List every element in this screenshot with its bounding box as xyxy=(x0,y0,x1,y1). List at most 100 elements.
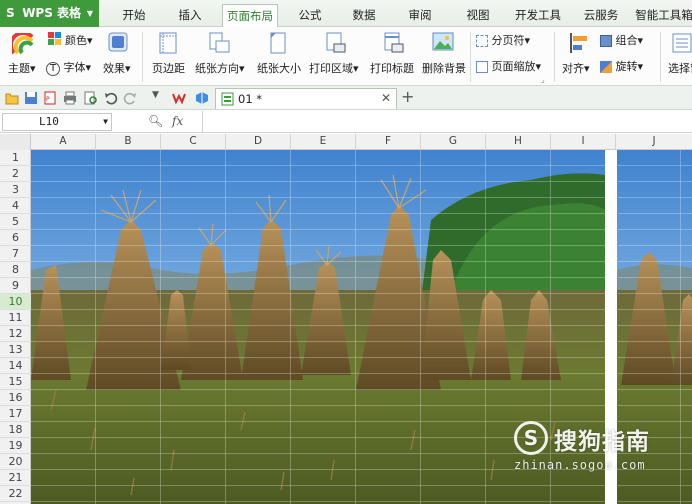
tab-developer[interactable]: 开发工具 xyxy=(510,4,566,27)
effects-button[interactable]: 效果▾ xyxy=(103,60,131,76)
svg-text:P: P xyxy=(46,96,50,103)
tab-smart-tools[interactable]: 智能工具箱 xyxy=(632,4,692,27)
customize-toolbar-icon[interactable]: ▼ xyxy=(152,90,159,100)
column-header-i[interactable]: I xyxy=(551,134,616,150)
tab-insert[interactable]: 插入 xyxy=(172,4,208,27)
save-icon[interactable] xyxy=(24,91,38,105)
name-box[interactable]: L10 ▼ xyxy=(2,113,112,131)
print-area-icon xyxy=(326,32,346,53)
tab-page-layout[interactable]: 页面布局 xyxy=(222,4,278,27)
row-header-item[interactable]: 7 xyxy=(0,246,31,262)
theme-button[interactable]: 主题▾ xyxy=(8,60,36,76)
row-header-item[interactable]: 5 xyxy=(0,214,31,230)
row-header-item[interactable]: 8 xyxy=(0,262,31,278)
document-tab[interactable]: 01 * ✕ xyxy=(215,88,397,109)
row-header-item[interactable]: 20 xyxy=(0,454,31,470)
print-titles-button[interactable]: 打印标题 xyxy=(370,60,414,76)
formula-bar: L10 ▼ 🔍︎ fx xyxy=(0,111,692,133)
row-header-item[interactable]: 9 xyxy=(0,278,31,294)
column-header-e[interactable]: E xyxy=(291,134,356,150)
page-break-icon xyxy=(476,35,488,47)
orientation-button[interactable]: 纸张方向▾ xyxy=(195,60,245,76)
document-tab-title: 01 * xyxy=(238,92,263,106)
wps-logo-icon: S xyxy=(6,6,15,20)
column-header-h[interactable]: H xyxy=(486,134,551,150)
row-header-item[interactable]: 17 xyxy=(0,406,31,422)
open-folder-icon[interactable] xyxy=(5,91,19,105)
export-pdf-icon[interactable]: P xyxy=(43,91,57,105)
row-header-item[interactable]: 2 xyxy=(0,166,31,182)
chevron-down-icon[interactable]: ▼ xyxy=(103,114,108,130)
undo-icon[interactable] xyxy=(104,91,118,105)
formula-input[interactable] xyxy=(202,111,692,133)
selection-pane-button[interactable]: 选择窗 xyxy=(668,60,692,76)
column-header-f[interactable]: F xyxy=(356,134,421,150)
row-header-item[interactable]: 11 xyxy=(0,310,31,326)
insert-function-icon[interactable]: fx xyxy=(172,114,183,128)
paper-size-button[interactable]: 纸张大小 xyxy=(257,60,301,76)
zoom-search-icon[interactable]: 🔍︎ xyxy=(148,114,163,128)
page-break-button[interactable]: 分页符▾ xyxy=(476,32,530,48)
row-header-item[interactable]: 4 xyxy=(0,198,31,214)
colors-button[interactable]: 颜色▾ xyxy=(65,32,93,48)
margins-button[interactable]: 页边距 xyxy=(152,60,185,76)
row-header-item[interactable]: 6 xyxy=(0,230,31,246)
group-button[interactable]: 组合▾ xyxy=(600,32,643,48)
page-break-label: 分页符 xyxy=(491,34,525,47)
column-header-b[interactable]: B xyxy=(96,134,161,150)
tab-home[interactable]: 开始 xyxy=(116,4,152,27)
page-zoom-icon xyxy=(476,61,488,73)
cell-reference: L10 xyxy=(39,115,59,128)
print-area-button[interactable]: 打印区域▾ xyxy=(309,60,359,76)
align-icon xyxy=(570,33,587,53)
print-icon[interactable] xyxy=(63,91,77,105)
tab-view[interactable]: 视图 xyxy=(460,4,496,27)
page-zoom-button[interactable]: 页面缩放▾ xyxy=(476,58,541,74)
rotate-button[interactable]: 旋转▾ xyxy=(600,58,643,74)
row-header-item[interactable]: 16 xyxy=(0,390,31,406)
colors-label: 颜色 xyxy=(65,34,87,47)
column-header-j[interactable]: J xyxy=(616,134,692,150)
row-header-item[interactable]: 15 xyxy=(0,374,31,390)
close-icon[interactable]: ✕ xyxy=(381,91,391,105)
row-header-item[interactable]: 22 xyxy=(0,486,31,502)
app-menu-button[interactable]: S WPS 表格 ▼ xyxy=(0,0,99,27)
delete-background-button[interactable]: 删除背景 xyxy=(422,60,466,76)
background-image-icon xyxy=(432,32,454,51)
spreadsheet-window: S WPS 表格 ▼ 开始 插入 页面布局 公式 数据 审阅 视图 开发工具 云… xyxy=(0,0,692,504)
column-header-a[interactable]: A xyxy=(31,134,96,150)
cloud-docs-icon[interactable] xyxy=(195,91,209,105)
new-tab-button[interactable]: + xyxy=(401,87,414,106)
tab-cloud[interactable]: 云服务 xyxy=(576,4,626,27)
row-header-item[interactable]: 13 xyxy=(0,342,31,358)
wps-brand-icon[interactable] xyxy=(172,91,186,105)
select-all-corner[interactable] xyxy=(0,134,31,150)
page-zoom-label: 页面缩放 xyxy=(491,60,536,73)
row-header-item[interactable]: 12 xyxy=(0,326,31,342)
orientation-icon xyxy=(209,32,230,53)
print-preview-icon[interactable] xyxy=(84,91,98,105)
row-header-item[interactable]: 19 xyxy=(0,438,31,454)
fonts-button[interactable]: T 字体▾ xyxy=(46,59,91,76)
tab-formulas[interactable]: 公式 xyxy=(292,4,328,27)
paper-size-icon xyxy=(270,32,286,54)
fonts-label: 字体 xyxy=(63,61,86,74)
ribbon-divider xyxy=(470,32,471,82)
redo-icon[interactable] xyxy=(123,91,137,105)
row-header-item[interactable]: 21 xyxy=(0,470,31,486)
theme-label: 主题 xyxy=(8,62,30,75)
group-icon xyxy=(600,35,612,47)
row-header-item[interactable]: 1 xyxy=(0,150,31,166)
row-header-item[interactable]: 18 xyxy=(0,422,31,438)
row-header-item-active[interactable]: 10 xyxy=(0,294,31,310)
column-header-d[interactable]: D xyxy=(226,134,291,150)
row-header-item[interactable]: 3 xyxy=(0,182,31,198)
tab-data[interactable]: 数据 xyxy=(346,4,382,27)
tab-review[interactable]: 审阅 xyxy=(402,4,438,27)
align-button[interactable]: 对齐▾ xyxy=(562,60,590,76)
column-header-g[interactable]: G xyxy=(421,134,486,150)
watermark: S 搜狗指南 zhinan.sogou.com xyxy=(512,418,682,478)
dialog-launcher-icon[interactable]: ⌟ xyxy=(541,75,545,84)
column-header-c[interactable]: C xyxy=(161,134,226,150)
row-header-item[interactable]: 14 xyxy=(0,358,31,374)
